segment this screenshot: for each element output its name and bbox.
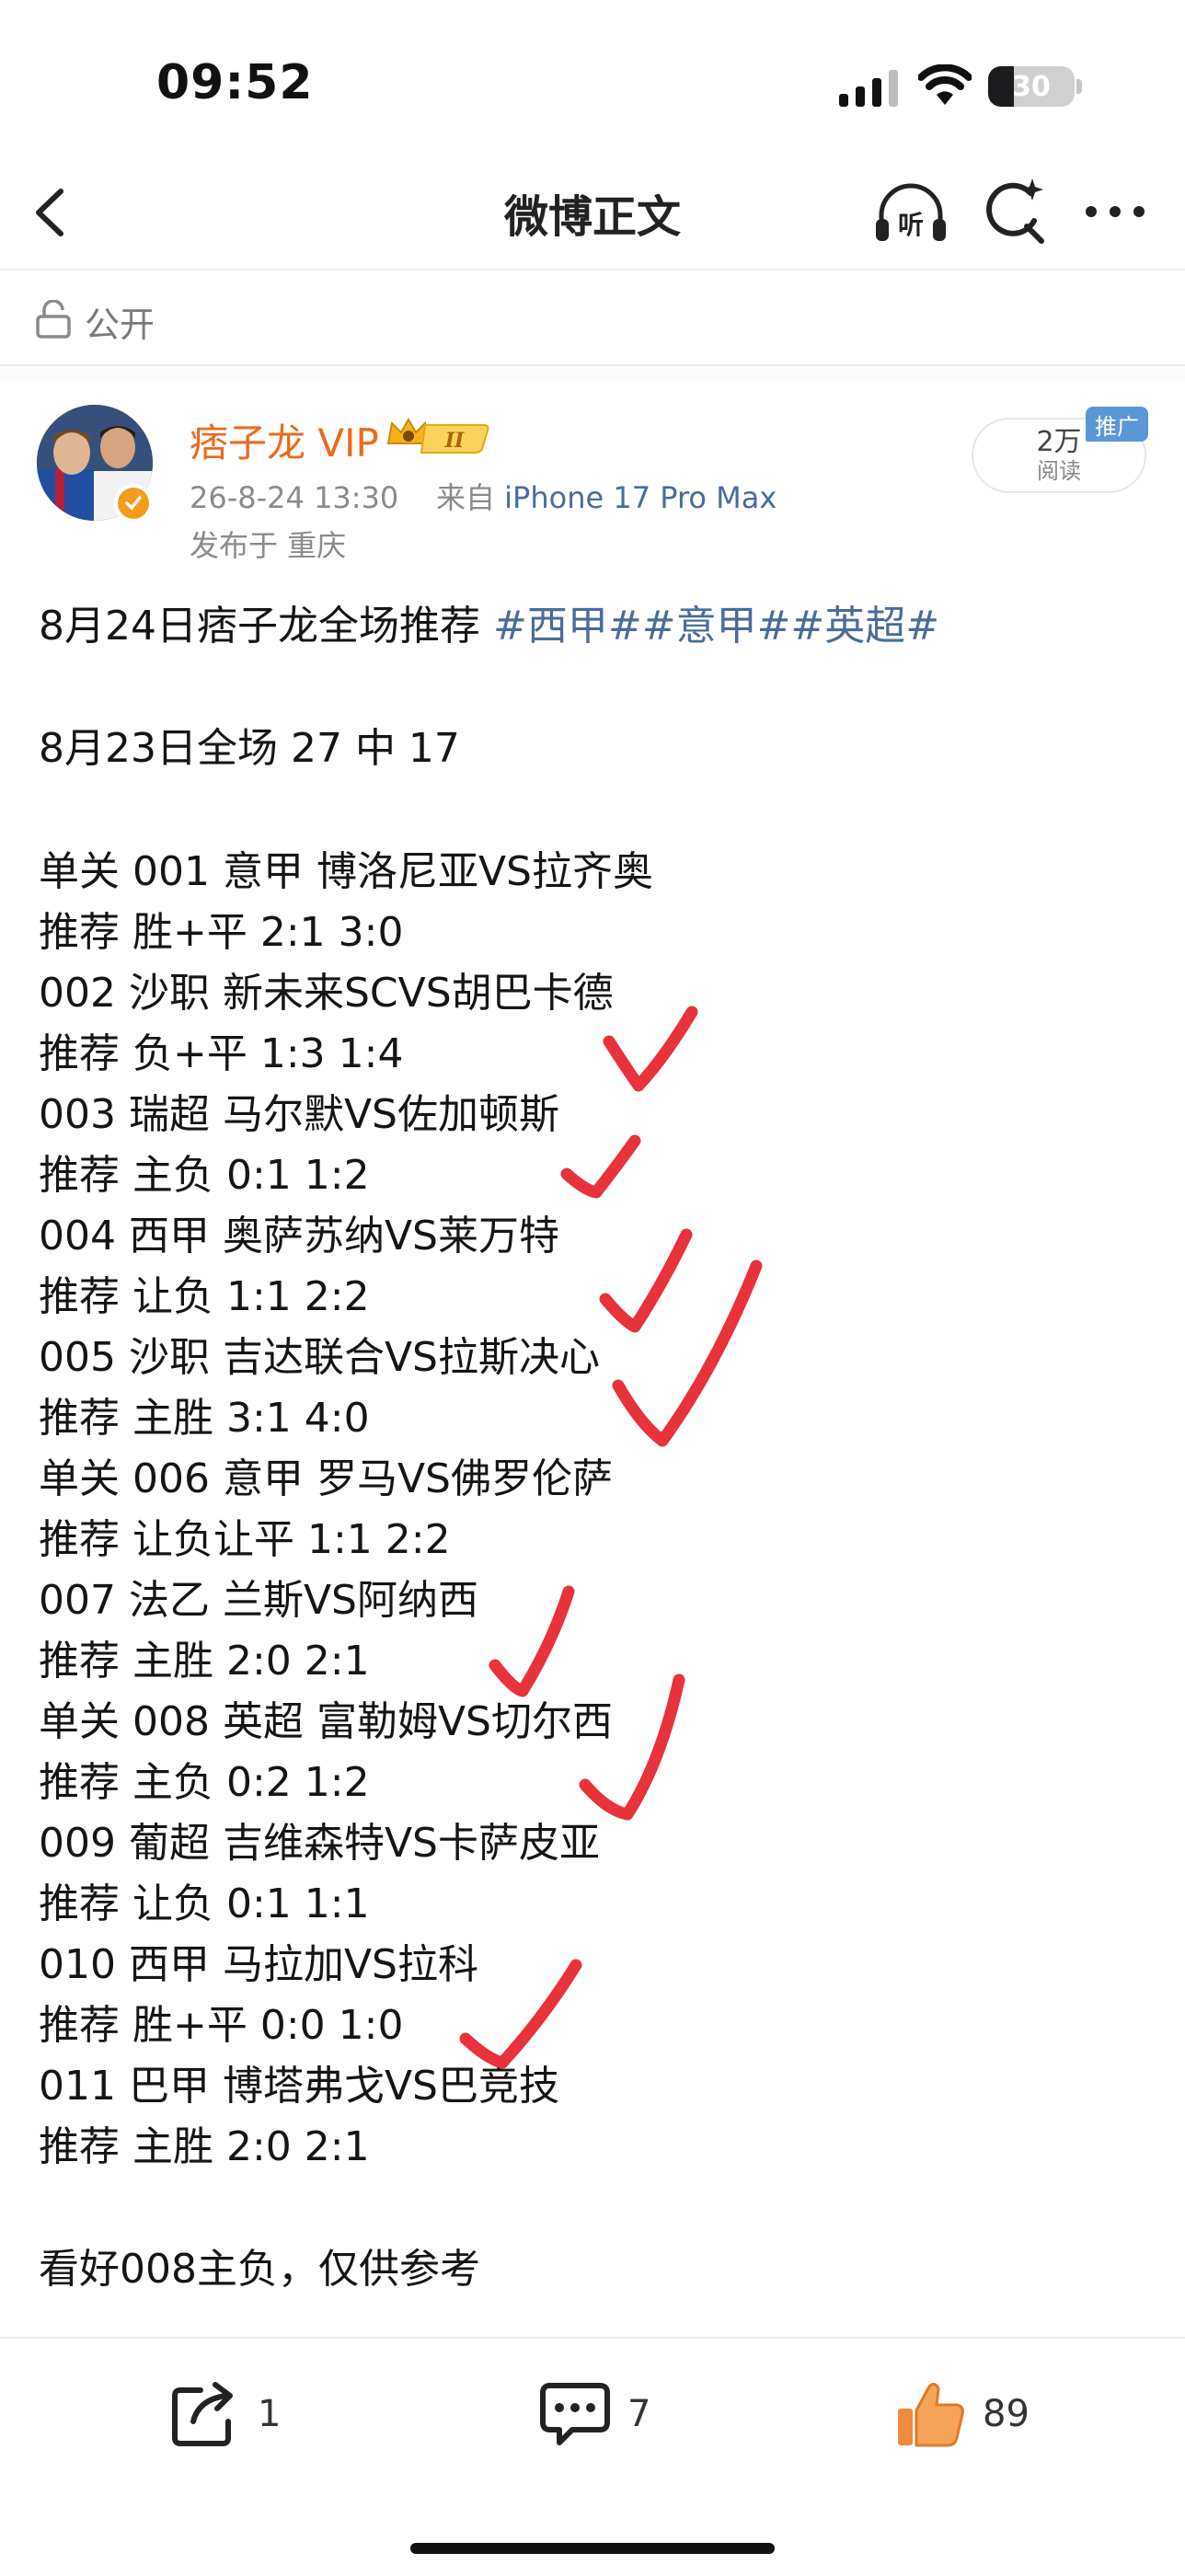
pick-tip-line: 推荐 负+平 1:3 1:4 [39, 1029, 404, 1077]
pick-tip-line: 推荐 胜+平 0:0 1:0 [39, 2001, 404, 2049]
home-indicator [410, 2543, 775, 2554]
vip-crown-badge-icon[interactable]: II [385, 416, 491, 458]
pick-tip-line: 推荐 主负 0:1 1:2 [39, 1151, 370, 1199]
pick-match-line: 单关 006 意甲 罗马VS佛罗伦萨 [39, 1455, 613, 1502]
nav-bar: 微博正文 听 [0, 156, 1185, 270]
pick-match-line: 011 巴甲 博塔弗戈VS巴竞技 [39, 2062, 559, 2110]
pick-match-line: 003 瑞超 马尔默VS佐加顿斯 [39, 1090, 559, 1138]
post-source-prefix: 来自 [435, 480, 495, 515]
weibo-post-page: 09:52 30 微博正文 听 公开 痞子龙 VIP II 26-8-24 13… [0, 0, 1185, 2576]
like-count: 89 [983, 2393, 1030, 2435]
comment-count: 7 [627, 2393, 651, 2435]
lock-icon [36, 300, 71, 339]
headline-text: 8月24日痞子龙全场推荐 [39, 603, 493, 650]
author-name[interactable]: 痞子龙 VIP [190, 412, 379, 468]
vip-level-text: II [444, 429, 465, 453]
pick-tip-line: 推荐 主胜 2:0 2:1 [39, 1637, 370, 1685]
share-button[interactable]: 1 [171, 2379, 281, 2449]
status-bar: 09:52 30 [0, 0, 1185, 156]
read-count-label: 阅读 [1037, 458, 1081, 484]
visibility-row: 公开 [0, 270, 1185, 366]
like-button[interactable]: 89 [894, 2379, 1030, 2449]
pick-tip-line: 推荐 主胜 2:0 2:1 [39, 2122, 370, 2170]
verified-badge-icon [114, 484, 153, 523]
post-body: 8月24日痞子龙全场推荐 #西甲##意甲##英超# 8月23日全场 27 中 1… [39, 596, 1161, 2300]
battery-percent: 30 [1012, 70, 1051, 103]
pick-tip-line: 推荐 让负 1:1 2:2 [39, 1272, 370, 1320]
status-time: 09:52 [156, 55, 314, 110]
pick-match-line: 007 法乙 兰斯VS阿纳西 [39, 1576, 478, 1624]
pick-match-line: 005 沙职 吉达联合VS拉斯决心 [39, 1333, 600, 1381]
pick-tip-line: 推荐 让负 0:1 1:1 [39, 1880, 370, 1927]
pick-tip-line: 推荐 胜+平 2:1 3:0 [39, 908, 404, 956]
battery-icon: 30 [988, 66, 1075, 107]
post-device-link[interactable]: iPhone 17 Pro Max [504, 480, 777, 515]
cellular-signal-icon [839, 70, 898, 107]
closing-line: 看好008主负，仅供参考 [39, 2246, 480, 2294]
pick-tip-line: 推荐 主胜 3:1 4:0 [39, 1394, 370, 1442]
pick-match-line: 009 葡超 吉维森特VS卡萨皮亚 [39, 1819, 600, 1867]
bottom-toolbar: 1 7 89 [0, 2337, 1185, 2484]
thumbs-up-icon [898, 2382, 964, 2447]
picks-list: 单关 001 意甲 博洛尼亚VS拉齐奥 推荐 胜+平 2:1 3:0 002 沙职 … [39, 842, 1161, 2178]
search-icon[interactable] [981, 177, 1047, 247]
back-icon[interactable] [24, 180, 79, 245]
record-line: 8月23日全场 27 中 17 [39, 725, 460, 773]
pick-tip-line: 推荐 主负 0:2 1:2 [39, 1758, 370, 1806]
pick-tip-line: 推荐 让负让平 1:1 2:2 [39, 1515, 451, 1563]
pick-match-line: 004 西甲 奥萨苏纳VS莱万特 [39, 1212, 559, 1259]
pick-match-line: 010 西甲 马拉加VS拉科 [39, 1940, 478, 1988]
post-location: 发布于 重庆 [190, 528, 347, 563]
comment-button[interactable]: 7 [539, 2379, 650, 2449]
section-divider [0, 368, 1185, 381]
pick-match-line: 单关 008 英超 富勒姆VS切尔西 [39, 1697, 613, 1745]
listen-icon[interactable]: 听 [872, 178, 949, 248]
more-icon[interactable] [1082, 193, 1148, 230]
listen-icon-label: 听 [898, 210, 924, 240]
pick-match-line: 单关 001 意甲 博洛尼亚VS拉齐奥 [39, 847, 653, 895]
pick-match-line: 002 沙职 新未来SCVS胡巴卡德 [39, 969, 614, 1017]
post-headline: 8月24日痞子龙全场推荐 #西甲##意甲##英超# [39, 596, 1161, 657]
hashtag-links[interactable]: #西甲##意甲##英超# [493, 603, 939, 650]
visibility-label: 公开 [85, 305, 155, 345]
promote-tag[interactable]: 推广 [1086, 407, 1148, 442]
post-meta: 26-8-24 13:30 来自 iPhone 17 Pro Max [190, 475, 777, 517]
comment-icon [540, 2383, 610, 2445]
share-icon [172, 2382, 233, 2446]
share-count: 1 [258, 2393, 282, 2435]
post-timestamp: 26-8-24 13:30 [190, 480, 399, 515]
wifi-icon [918, 64, 972, 105]
battery-tip [1076, 79, 1082, 94]
